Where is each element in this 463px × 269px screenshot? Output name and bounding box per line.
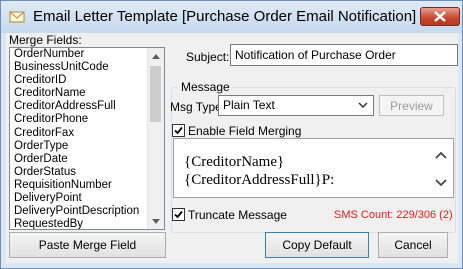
checkmark-icon xyxy=(174,210,183,219)
msg-type-value: Plain Text xyxy=(223,98,275,112)
cancel-button[interactable]: Cancel xyxy=(378,232,448,258)
list-item[interactable]: RequestedBy xyxy=(10,218,164,229)
list-item[interactable]: OrderStatus xyxy=(10,166,164,179)
close-button[interactable] xyxy=(420,7,460,26)
paste-merge-field-button[interactable]: Paste Merge Field xyxy=(9,232,166,258)
list-item[interactable]: DeliveryPointDescription xyxy=(10,205,164,218)
dialog-window: Email Letter Template [Purchase Order Em… xyxy=(0,0,463,269)
message-group-label: Message xyxy=(178,80,233,94)
title-bar[interactable]: Email Letter Template [Purchase Order Em… xyxy=(1,1,462,33)
enable-field-merging-label[interactable]: Enable Field Merging xyxy=(188,124,301,138)
merge-list-scrollbar[interactable] xyxy=(147,48,164,229)
email-envelope-icon xyxy=(9,11,25,23)
list-item[interactable]: CreditorFax xyxy=(10,127,164,140)
message-body-line: {CreditorName} xyxy=(184,154,285,170)
scroll-up-arrow-icon[interactable] xyxy=(435,151,447,159)
list-item[interactable]: CreditorName xyxy=(10,87,164,100)
message-body-line: {CreditorAddressFull}P: xyxy=(184,172,335,188)
list-item[interactable]: RequisitionNumber xyxy=(10,179,164,192)
merge-fields-label: Merge Fields: xyxy=(9,33,82,47)
list-item[interactable]: BusinessUnitCode xyxy=(10,61,164,74)
sms-count-status: SMS Count: 229/306 (2) xyxy=(334,209,453,221)
msg-type-label: Msg Type: xyxy=(170,100,226,114)
merge-fields-list[interactable]: OrderNumber BusinessUnitCode CreditorID … xyxy=(9,47,165,230)
chevron-down-icon xyxy=(358,102,368,109)
window-title: Email Letter Template [Purchase Order Em… xyxy=(33,8,417,25)
subject-label: Subject: xyxy=(186,50,230,64)
scroll-down-arrow-icon[interactable] xyxy=(148,213,164,229)
list-item[interactable]: CreditorAddressFull xyxy=(10,100,164,113)
copy-default-button[interactable]: Copy Default xyxy=(265,232,369,258)
list-item[interactable]: CreditorID xyxy=(10,74,164,87)
dialog-content: Merge Fields: OrderNumber BusinessUnitCo… xyxy=(6,33,458,263)
list-item[interactable]: CreditorPhone xyxy=(10,113,164,126)
msg-type-select[interactable]: Plain Text xyxy=(218,95,374,116)
scroll-up-arrow-icon[interactable] xyxy=(148,48,164,64)
list-item[interactable]: OrderType xyxy=(10,140,164,153)
checkmark-icon xyxy=(174,126,183,135)
list-item[interactable]: OrderNumber xyxy=(10,48,164,61)
subject-input[interactable]: Notification of Purchase Order xyxy=(230,44,458,66)
list-item[interactable]: DeliveryPoint xyxy=(10,192,164,205)
message-body-editor[interactable]: {CreditorName} {CreditorAddressFull}P: xyxy=(173,138,454,198)
truncate-message-checkbox[interactable] xyxy=(172,208,185,221)
enable-field-merging-checkbox[interactable] xyxy=(172,124,185,137)
close-icon xyxy=(434,11,446,22)
preview-button[interactable]: Preview xyxy=(379,95,444,116)
truncate-message-label[interactable]: Truncate Message xyxy=(188,208,287,222)
list-item[interactable]: OrderDate xyxy=(10,153,164,166)
scroll-thumb[interactable] xyxy=(150,66,161,122)
scroll-down-arrow-icon[interactable] xyxy=(435,179,447,187)
